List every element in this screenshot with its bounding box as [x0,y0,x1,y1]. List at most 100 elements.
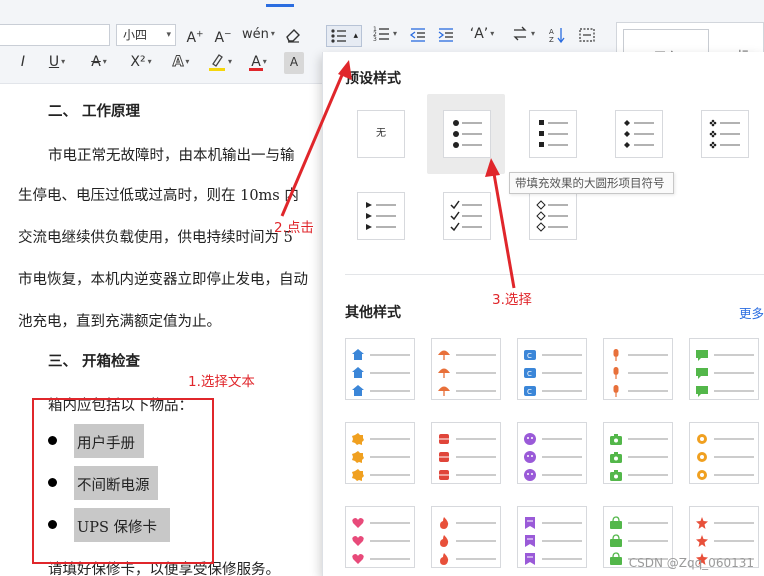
font-color-button[interactable]: A ▾ [244,52,274,74]
show-marks-button[interactable] [576,24,598,46]
character-shading-button[interactable]: A [284,52,304,74]
annotation-step2-label: 2.点击 [274,220,314,236]
superscript-icon: X² [130,54,146,70]
paragraph-line: 市电正常无故障时，由本机输出一与输 [48,148,295,164]
bullet-preset-large-filled-circle[interactable] [443,110,491,158]
paragraph-line: 市电恢复，本机内逆变器立即停止发电，自动 [18,272,308,288]
superscript-button[interactable]: X² ▾ [124,52,158,74]
bullet-style-dropdown: 预设样式 无 带填充效果的大圆形项目符号 其他样式 更多 C C C CSDN … [322,52,764,576]
italic-icon: I [20,54,26,70]
sort-button[interactable]: AZ [546,24,568,46]
phonetic-guide-button[interactable]: wén ▾ [242,24,275,46]
section-heading-2: 二、 工作原理 [48,103,141,120]
section-divider [345,274,764,275]
heart-icon [352,518,410,564]
underline-icon: U [48,54,60,70]
umbrella-icon [438,350,496,396]
four-diamond-bullet-icon [709,119,740,149]
bullet-preset-checkmark[interactable] [443,192,491,240]
svg-text:C: C [527,370,532,378]
svg-text:Z: Z [549,36,554,44]
paragraph-line: 池充电，直到充满额定值为止。 [18,314,221,330]
bullet-preset-none[interactable]: 无 [357,110,405,158]
word-processor-window: 小四 ▾ A+ A− wén ▾ I U ▾ A ▾ X² ▾ A ▾ ▾ A … [0,0,764,576]
text-effect-button[interactable]: A ▾ [166,52,196,74]
bullet-preset-arrow[interactable] [357,192,405,240]
picture-bullet-style-gear[interactable] [689,422,759,484]
svg-text:A: A [549,28,554,36]
picture-bullet-style-cylinder[interactable] [431,422,501,484]
hollow-diamond-bullet-icon [536,200,568,232]
shrink-font-button[interactable]: A− [212,24,234,46]
grow-font-icon: A+ [186,29,204,46]
chevron-up-icon: ▴ [353,31,358,41]
char-shading-icon: A [289,55,299,69]
bullet-preset-square[interactable] [529,110,577,158]
diamond-bullet-icon [624,120,654,148]
font-size-combobox[interactable]: 小四 ▾ [116,24,176,46]
picture-bullet-style-chat-bubble[interactable] [689,338,759,400]
more-styles-link[interactable]: 更多 [739,303,764,322]
watermark-text: CSDN @Zqq_060131 [628,556,754,570]
picture-bullet-style-umbrella[interactable] [431,338,501,400]
increase-indent-button[interactable] [436,24,456,46]
picture-bullet-style-heart[interactable] [345,506,415,568]
picture-bullet-style-flame[interactable] [431,506,501,568]
document-page[interactable]: 二、 工作原理 市电正常无故障时，由本机输出一与输 生停电、电压过低或过高时，则… [0,84,340,576]
numbered-list-button[interactable]: 1 2 3 ▾ [370,24,400,46]
preset-styles-title: 预设样式 [345,71,401,87]
char-spacing-icon: ‘A’ [469,26,489,42]
cylinder-icon [439,434,496,480]
clear-format-button[interactable] [282,24,304,46]
picture-bullet-style-checkbadge[interactable] [345,422,415,484]
paragraph-line: 生停电、电压过低或过高时，则在 10ms 内 [18,188,299,204]
picture-bullet-style-house[interactable] [345,338,415,400]
active-tab-indicator [266,4,294,7]
highlight-button[interactable]: ▾ [204,52,236,74]
camera-icon [610,434,668,481]
annotation-step3-label: 3.选择 [492,292,532,308]
decrease-indent-button[interactable] [408,24,428,46]
house-icon [352,349,410,396]
strikethrough-icon: A [91,54,101,70]
none-label: 无 [376,128,386,139]
char-spacing-button[interactable]: ‘A’ ▾ [466,24,498,46]
font-size-value: 小四 [123,28,148,42]
bullet-preset-diamond[interactable] [615,110,663,158]
microphone-icon [613,349,668,397]
bullet-preset-hollow-diamond[interactable] [529,192,577,240]
bookmark-icon [525,517,582,565]
picture-bullet-style-microphone[interactable] [603,338,673,400]
smiley-icon [524,433,582,481]
card-icon: C C C [524,350,582,396]
gear-icon [697,434,754,480]
picture-bullet-style-smiley[interactable] [517,422,587,484]
strikethrough-button[interactable]: A ▾ [84,52,114,74]
font-name-combobox[interactable] [0,24,110,46]
italic-button[interactable]: I [14,52,32,74]
other-styles-title: 其他样式 [345,305,401,321]
flame-icon [440,517,496,565]
annotation-selection-box [32,398,214,564]
arrow-bullet-icon [366,202,396,230]
phonetic-icon: wén [242,27,269,42]
bullet-style-tooltip: 带填充效果的大圆形项目符号 [509,172,674,194]
checkbadge-icon [352,433,410,481]
svg-text:C: C [527,352,532,360]
text-direction-icon [513,26,527,41]
underline-button[interactable]: U ▾ [42,52,72,74]
increase-indent-icon [438,28,453,42]
section-heading-3: 三、 开箱检查 [48,353,141,370]
text-direction-button[interactable]: ▾ [508,24,538,46]
eraser-icon [286,29,300,43]
bullet-list-icon [331,29,346,43]
grow-font-button[interactable]: A+ [184,24,206,46]
picture-bullet-style-card[interactable]: C C C [517,338,587,400]
annotation-step1-label: 1.选择文本 [188,374,255,390]
show-marks-icon [579,28,595,42]
bullet-list-button[interactable]: ▴ [326,25,362,47]
picture-bullet-style-bookmark[interactable] [517,506,587,568]
checkmark-bullet-icon [450,200,482,232]
bullet-preset-four-diamond[interactable] [701,110,749,158]
picture-bullet-style-camera[interactable] [603,422,673,484]
